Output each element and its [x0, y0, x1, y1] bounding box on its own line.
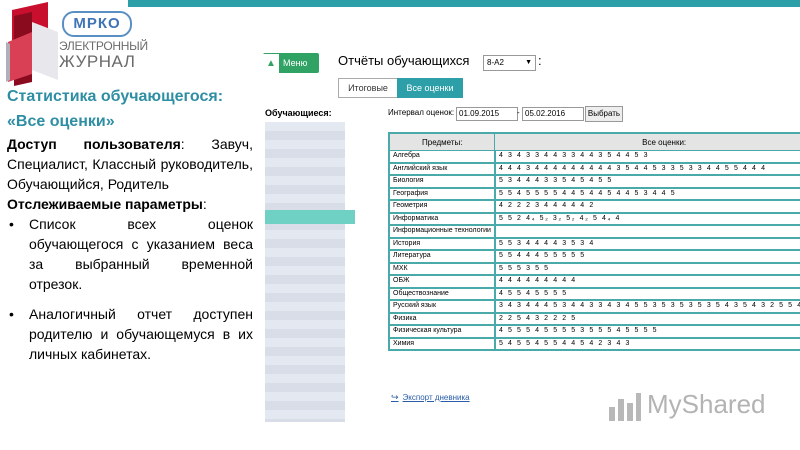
tab-all-grades[interactable]: Все оценки [397, 78, 463, 98]
grades-cell [494, 225, 800, 239]
export-diary-link[interactable]: ↪ Экспорт дневника [391, 392, 470, 403]
top-accent-line [128, 0, 800, 7]
logo-line2: ЖУРНАЛ [59, 52, 136, 71]
grades-table: Предметы: Все оценки: Алгебра 4 3 4 3 3 4… [388, 132, 800, 351]
subject-cell: Химия [389, 337, 496, 351]
table-row: Алгебра 4 3 4 3 3 4 4 3 3 4 4 3 5 4 4 5 3 [389, 150, 800, 164]
subject-cell: Английский язык [389, 162, 496, 176]
subject-cell: История [389, 237, 496, 251]
subject-cell: Алгебра [389, 150, 496, 164]
table-row: Литература 5 5 4 4 4 5 5 5 5 5 [389, 250, 800, 264]
subject-cell: Физическая культура [389, 325, 496, 339]
title-line2: «Все оценки» [7, 113, 115, 130]
grades-cell: 4 5 5 5 4 5 5 5 5 3 5 5 5 4 5 5 5 5 [494, 325, 800, 339]
date-dash: - [517, 108, 520, 117]
subject-cell: ОБЖ [389, 275, 496, 289]
date-from-input[interactable]: 01.09.2015 [456, 107, 518, 121]
params-colon: : [202, 196, 207, 212]
table-row: Биология 5 3 4 4 4 3 3 5 4 5 4 5 5 [389, 175, 800, 189]
table-row: История 5 5 3 4 4 4 4 3 5 3 4 [389, 237, 800, 251]
table-header-row: Предметы: Все оценки: [388, 132, 800, 151]
bullet-item: Список всех оценок обучающегося с указан… [7, 214, 253, 294]
export-link-label: Экспорт дневника [402, 393, 470, 402]
grades-cell: 5 5 4 4 4 5 5 5 5 5 [494, 250, 800, 264]
subject-cell: Русский язык [389, 300, 496, 314]
selected-student-row[interactable] [265, 210, 355, 224]
grades-cell: 2 2 5 4 3 2 2 2 5 [494, 312, 800, 326]
subject-cell: География [389, 187, 496, 201]
grades-cell: 5 4 5 5 4 5 5 4 4 5 4 2 3 4 3 [494, 337, 800, 351]
logo-abbr: МРКО [62, 11, 132, 37]
app-screenshot: ▲ Меню Отчёты обучающихся 8-А2 ▼ : Итоговы… [260, 40, 800, 422]
grades-cell: 4 3 4 3 3 4 4 3 3 4 4 3 5 4 4 5 3 [494, 150, 800, 164]
select-button[interactable]: Выбрать [585, 106, 623, 122]
subject-cell: Обществознание [389, 287, 496, 301]
grades-cell: 5 5 3 4 4 4 4 3 5 3 4 [494, 237, 800, 251]
table-row: География 5 5 4 5 5 5 5 4 4 5 4 4 5 4 4 5… [389, 187, 800, 201]
arrow-up-icon: ▲ [263, 54, 279, 74]
subject-cell: Физика [389, 312, 496, 326]
logo: МРКО ЭЛЕКТРОННЫЙ ЖУРНАЛ [2, 2, 148, 86]
grades-cell: 4 4 4 4 4 4 4 4 4 [494, 275, 800, 289]
table-row: Информатика 5 5 2 4₄ 5₂ 3₂ 5₂ 4₂ 5 4₄ 4 [389, 212, 800, 226]
page-title: Статистика обучающегося: «Все оценки» [7, 84, 253, 134]
table-row: МХК 5 5 5 3 5 5 [389, 262, 800, 276]
description: Доступ пользователя: Завуч, Специалист, … [7, 134, 253, 374]
subject-cell: Биология [389, 175, 496, 189]
menu-button[interactable]: ▲ Меню [263, 53, 319, 74]
chevron-down-icon: ▼ [525, 59, 532, 66]
subject-cell: Информационные технологии [389, 225, 496, 239]
subject-cell: МХК [389, 262, 496, 276]
class-select[interactable]: 8-А2 ▼ [483, 55, 536, 71]
subject-cell: Геометрия [389, 200, 496, 214]
export-arrow-icon: ↪ [391, 392, 399, 402]
params-label: Отслеживаемые параметры [7, 196, 203, 212]
grades-cell: 4 4 4 3 4 4 4 4 4 4 4 4 4 3 5 4 4 5 3 3 … [494, 162, 800, 176]
grades-cell: 5 5 5 3 5 5 [494, 262, 800, 276]
date-to-input[interactable]: 05.02.2016 [522, 107, 584, 121]
bullet-list: Список всех оценок обучающегося с указан… [7, 214, 253, 364]
grades-cell: 4 2 2 2 3 4 4 4 4 4 2 [494, 200, 800, 214]
tab-final[interactable]: Итоговые [338, 78, 398, 98]
access-label: Доступ пользователя [7, 136, 181, 152]
params-paragraph: Отслеживаемые параметры: [7, 194, 253, 214]
title-line1: Статистика обучающегося: [7, 88, 224, 105]
table-row: Английский язык 4 4 4 3 4 4 4 4 4 4 4 4 4… [389, 162, 800, 176]
class-select-value: 8-А2 [487, 58, 504, 67]
table-row: Химия 5 4 5 5 4 5 5 4 4 5 4 2 3 4 3 [389, 337, 800, 351]
students-list-blurred[interactable] [265, 122, 345, 422]
column-header-grades: Все оценки: [494, 132, 800, 151]
table-row: Геометрия 4 2 2 2 3 4 4 4 4 4 2 [389, 200, 800, 214]
report-title: Отчёты обучающихся [338, 53, 470, 68]
bar-chart-icon [609, 393, 641, 421]
table-row: Информационные технологии [389, 225, 800, 239]
grades-cell: 5 5 4 5 5 5 5 4 4 5 4 4 5 4 4 5 3 4 4 5 [494, 187, 800, 201]
table-row: Физика 2 2 5 4 3 2 2 2 5 [389, 312, 800, 326]
table-row: ОБЖ 4 4 4 4 4 4 4 4 4 [389, 275, 800, 289]
grades-cell: 5 5 2 4₄ 5₂ 3₂ 5₂ 4₂ 5 4₄ 4 [494, 212, 800, 226]
interval-label: Интервал оценок: [388, 108, 455, 117]
bullet-item: Аналогичный отчет доступен родителю и об… [7, 304, 253, 364]
subject-cell: Информатика [389, 212, 496, 226]
students-label: Обучающиеся: [265, 108, 332, 118]
logo-line1: ЭЛЕКТРОННЫЙ [59, 39, 148, 53]
table-row: Русский язык 3 4 3 4 4 4 5 3 4 4 3 3 4 3 … [389, 300, 800, 314]
watermark-text: MyShared [647, 389, 766, 419]
grades-cell: 4 5 5 4 5 5 5 5 [494, 287, 800, 301]
table-row: Физическая культура 4 5 5 5 4 5 5 5 5 3 5… [389, 325, 800, 339]
report-title-colon: : [538, 53, 542, 68]
journal-book-icon [6, 2, 58, 86]
access-paragraph: Доступ пользователя: Завуч, Специалист, … [7, 134, 253, 194]
grades-cell: 3 4 3 4 4 4 5 3 4 4 3 3 4 3 4 5 5 3 5 3 … [494, 300, 800, 314]
menu-button-label: Меню [283, 58, 308, 68]
grades-table-body: Алгебра 4 3 4 3 3 4 4 3 3 4 4 3 5 4 4 5 3… [389, 150, 800, 351]
watermark: MyShared [607, 385, 767, 425]
grades-cell: 5 3 4 4 4 3 3 5 4 5 4 5 5 [494, 175, 800, 189]
subject-cell: Литература [389, 250, 496, 264]
table-row: Обществознание 4 5 5 4 5 5 5 5 [389, 287, 800, 301]
column-header-subjects: Предметы: [388, 132, 496, 151]
